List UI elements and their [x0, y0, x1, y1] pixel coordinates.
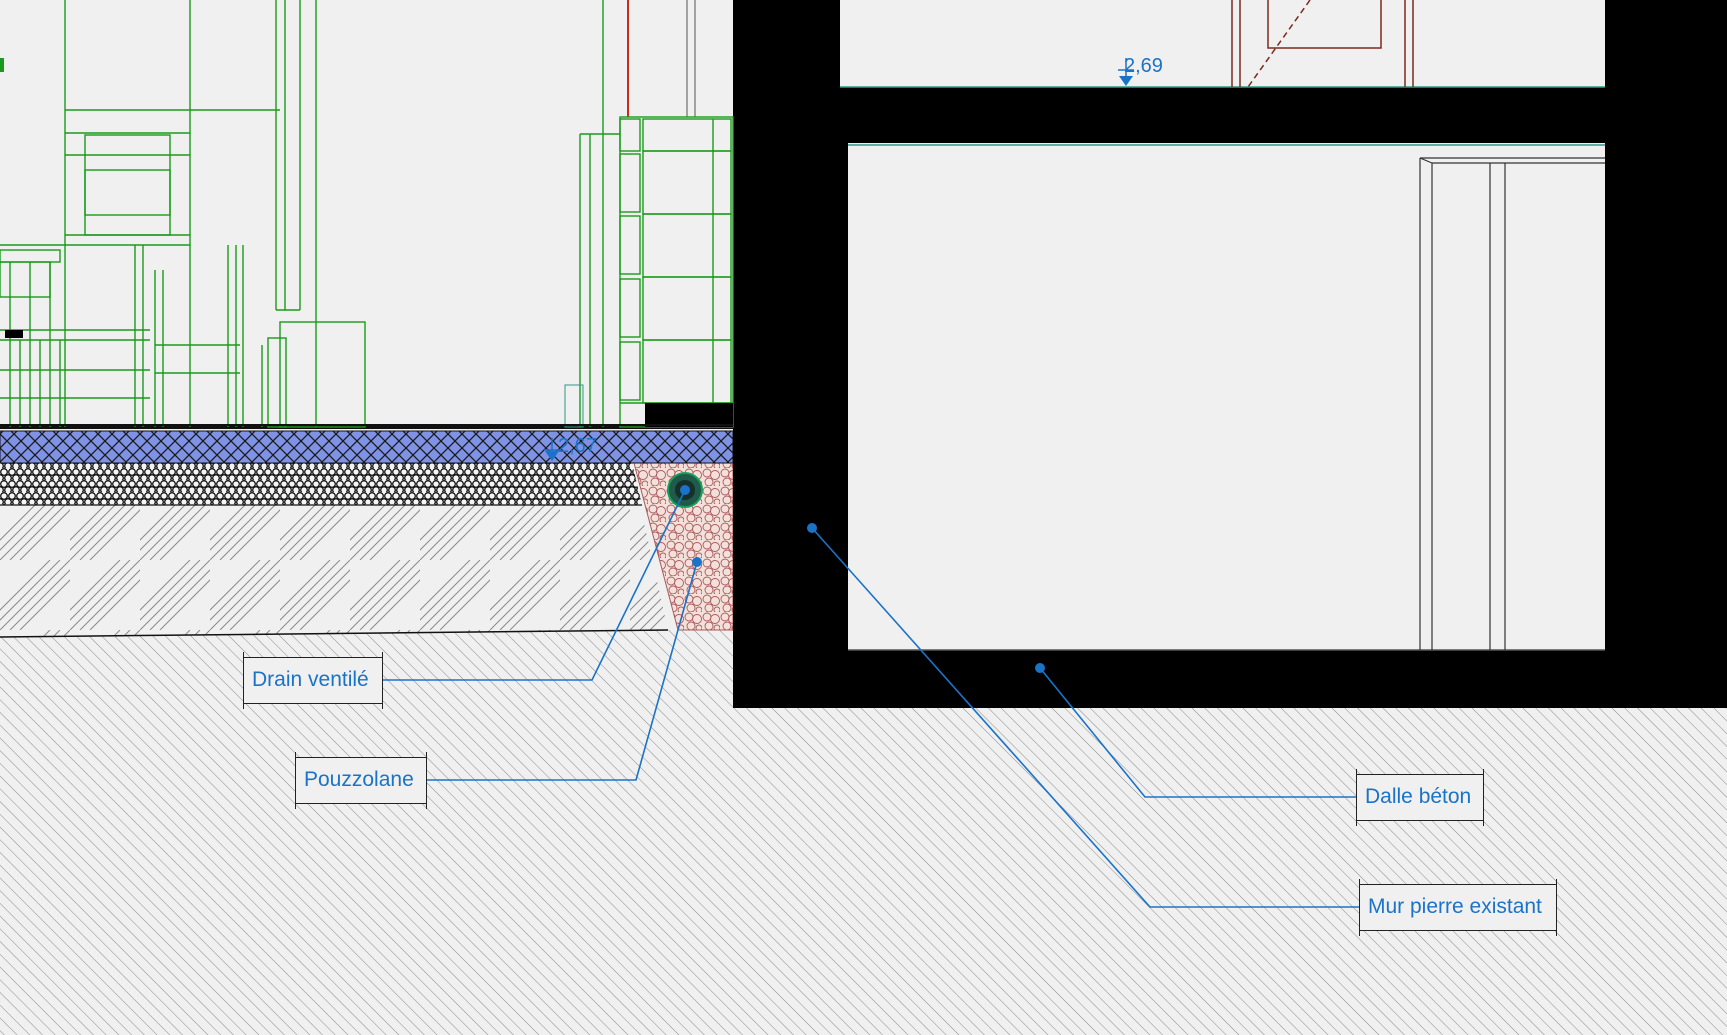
- label-drain-ventile[interactable]: Drain ventilé: [243, 652, 383, 709]
- label-mur-pierre-existant[interactable]: Mur pierre existant: [1359, 879, 1557, 936]
- gravel-layer: [0, 463, 642, 506]
- existing-stone-wall: [733, 0, 1727, 708]
- level-value-upper: 2,69: [1124, 55, 1163, 77]
- label-pouzzolane[interactable]: Pouzzolane: [295, 752, 427, 809]
- label-dalle-beton[interactable]: Dalle béton: [1356, 769, 1484, 826]
- exterior-slab: [0, 425, 734, 464]
- section-drawing: [0, 0, 1727, 1035]
- compacted-soil-layer: [0, 505, 669, 638]
- level-value-lower: 2,67: [558, 435, 597, 457]
